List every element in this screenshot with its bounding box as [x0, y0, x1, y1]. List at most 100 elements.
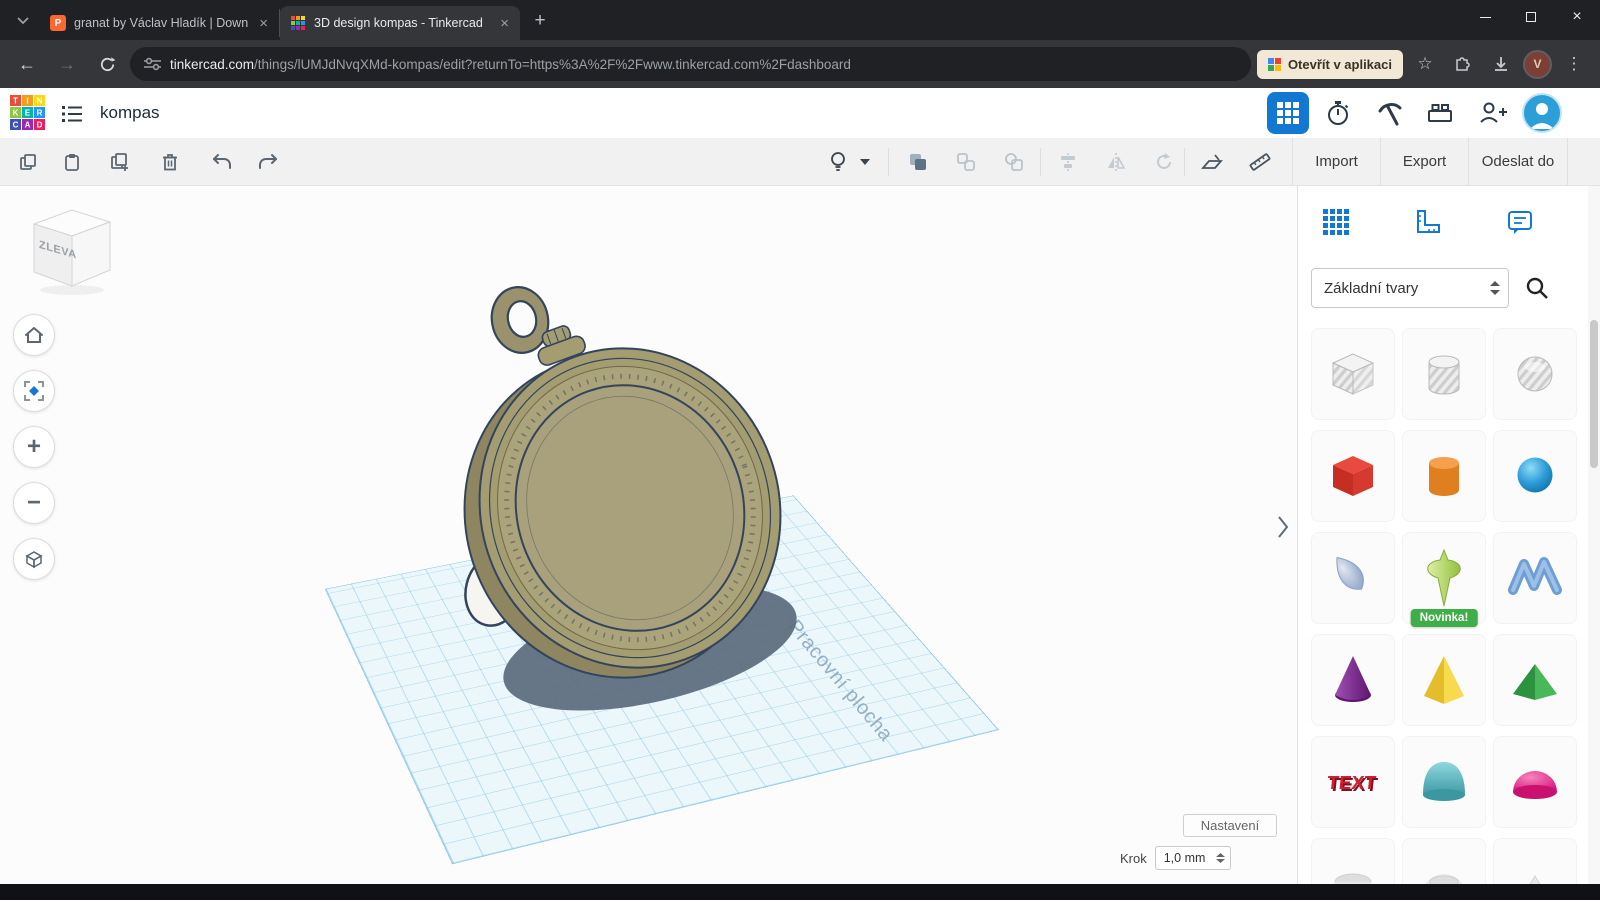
shape-tile-cylinder[interactable] [1402, 430, 1486, 522]
flip-button[interactable] [1096, 142, 1136, 182]
show-all-caret-button[interactable] [852, 142, 878, 182]
lightbulb-icon [827, 151, 849, 173]
grid-view-button[interactable] [1267, 92, 1309, 134]
snap-step-row: Krok 1,0 mm [1120, 846, 1231, 870]
design-menu-button[interactable] [58, 100, 86, 128]
settings-button[interactable]: Nastavení [1183, 814, 1277, 837]
window-maximize-button[interactable] [1508, 0, 1554, 34]
shape-tile-scribble[interactable] [1493, 532, 1577, 624]
tinkercad-logo[interactable]: TIN KER CAD [10, 95, 46, 131]
import-button[interactable]: Import [1292, 138, 1380, 185]
duplicate-icon [109, 151, 131, 173]
spinner-arrows-icon [1216, 853, 1225, 863]
zoom-in-button[interactable]: + [13, 426, 55, 468]
shape-tile-text[interactable]: TEXT TEXT [1311, 736, 1395, 828]
home-view-button[interactable] [13, 314, 55, 356]
reload-button[interactable] [90, 47, 124, 81]
snap-step-select[interactable]: 1,0 mm [1155, 846, 1231, 870]
pink-half-sphere-icon [1503, 750, 1567, 814]
copy-button[interactable] [8, 142, 48, 182]
sim-lab-button[interactable] [1317, 92, 1359, 134]
panel-collapse-button[interactable] [1272, 508, 1294, 546]
workplane-tool-button[interactable] [1192, 142, 1232, 182]
compass-bow[interactable] [486, 282, 554, 358]
shape-tile-sphere-transparent[interactable] [1493, 328, 1577, 420]
panel-scrollbar[interactable] [1588, 186, 1600, 884]
brick-export-button[interactable] [1419, 92, 1461, 134]
ungroup-button[interactable] [946, 142, 986, 182]
send-to-button[interactable]: Odeslat do [1468, 138, 1568, 185]
shape-tile-pyramid[interactable] [1402, 634, 1486, 726]
browser-tab-bar: P granat by Václav Hladík | Downl × 3D d… [0, 0, 1600, 40]
view-cube[interactable]: ZLEVA [26, 198, 118, 298]
teal-dome-icon [1412, 750, 1476, 814]
browser-tab-tinkercad[interactable]: 3D design kompas - Tinkercad × [280, 6, 520, 40]
shape-tile-roof[interactable] [1493, 634, 1577, 726]
duplicate-button[interactable] [100, 142, 140, 182]
rotate-tool-button[interactable] [1144, 142, 1184, 182]
extensions-button[interactable] [1447, 48, 1479, 80]
workplane-grid[interactable] [325, 495, 999, 864]
scribble-icon [1503, 546, 1567, 610]
shape-tile-half-sphere[interactable] [1493, 736, 1577, 828]
zoom-out-button[interactable]: − [13, 482, 55, 524]
ruler-icon [1248, 150, 1272, 174]
invite-button[interactable] [1471, 92, 1513, 134]
3d-viewport-canvas[interactable]: Pracovní plocha ZLEVA + − Nastavení Krok… [0, 186, 1297, 884]
shape-tile-box[interactable] [1311, 430, 1395, 522]
ruler-helper-button[interactable] [1406, 200, 1450, 244]
tab-search-button[interactable] [10, 6, 36, 36]
share-colors-button[interactable] [994, 142, 1034, 182]
back-button[interactable]: ← [10, 47, 44, 81]
bookmark-star-button[interactable]: ☆ [1409, 48, 1441, 80]
notes-button[interactable] [1498, 200, 1542, 244]
list-icon [61, 104, 83, 124]
compass-crown[interactable] [531, 321, 587, 367]
shape-tile-cone[interactable] [1311, 634, 1395, 726]
url-omnibox[interactable]: tinkercad.com/things/lUMJdNvqXMd-kompas/… [130, 47, 1251, 81]
window-minimize-button[interactable] [1462, 0, 1508, 34]
fit-view-button[interactable] [13, 370, 55, 412]
shape-tile-box-transparent[interactable] [1311, 328, 1395, 420]
new-tab-button[interactable]: + [526, 7, 554, 35]
align-button[interactable] [1048, 142, 1088, 182]
shape-search-button[interactable] [1517, 268, 1557, 308]
window-close-button[interactable]: × [1554, 0, 1600, 34]
delete-button[interactable] [150, 142, 190, 182]
shape-tile-paraboloid[interactable] [1311, 532, 1395, 624]
browser-menu-button[interactable]: ⋮ [1558, 48, 1590, 80]
forward-button[interactable]: → [50, 47, 84, 81]
redo-button[interactable] [248, 142, 288, 182]
stopwatch-icon [1324, 99, 1352, 127]
account-avatar[interactable] [1522, 93, 1562, 133]
transparent-sphere-icon [1503, 342, 1567, 406]
caret-down-icon [860, 159, 870, 165]
shape-tile-dome[interactable] [1402, 736, 1486, 828]
ruler-tool-button[interactable] [1240, 142, 1280, 182]
browser-profile-avatar[interactable]: V [1523, 50, 1552, 79]
shape-category-select[interactable]: Základní tvary [1311, 268, 1509, 308]
rotate-icon [1153, 151, 1175, 173]
open-in-app-button[interactable]: Otevřít v aplikaci [1257, 50, 1403, 79]
shapes-grid-view-button[interactable] [1314, 200, 1358, 244]
paste-button[interactable] [52, 142, 92, 182]
shape-filter-row: Základní tvary [1311, 268, 1557, 308]
undo-button[interactable] [202, 142, 242, 182]
download-icon [1492, 55, 1510, 73]
perspective-toggle-button[interactable] [13, 538, 55, 580]
window-controls: × [1462, 0, 1600, 34]
shape-tile-sphere[interactable] [1493, 430, 1577, 522]
minecraft-export-button[interactable] [1369, 92, 1411, 134]
group-button[interactable] [898, 142, 938, 182]
design-title[interactable]: kompas [100, 88, 160, 138]
site-settings-icon [144, 57, 161, 71]
export-button[interactable]: Export [1380, 138, 1468, 185]
tab-close-icon[interactable]: × [497, 16, 512, 31]
tab-close-icon[interactable]: × [256, 16, 271, 31]
tinkercad-header: TIN KER CAD kompas [0, 88, 1600, 138]
panel-scrollbar-thumb[interactable] [1590, 320, 1598, 468]
shape-tile-cylinder-transparent[interactable] [1402, 328, 1486, 420]
downloads-button[interactable] [1485, 48, 1517, 80]
browser-tab-granat[interactable]: P granat by Václav Hladík | Downl × [40, 9, 280, 37]
shape-tile-spinning-top[interactable]: Novinka! [1402, 532, 1486, 624]
